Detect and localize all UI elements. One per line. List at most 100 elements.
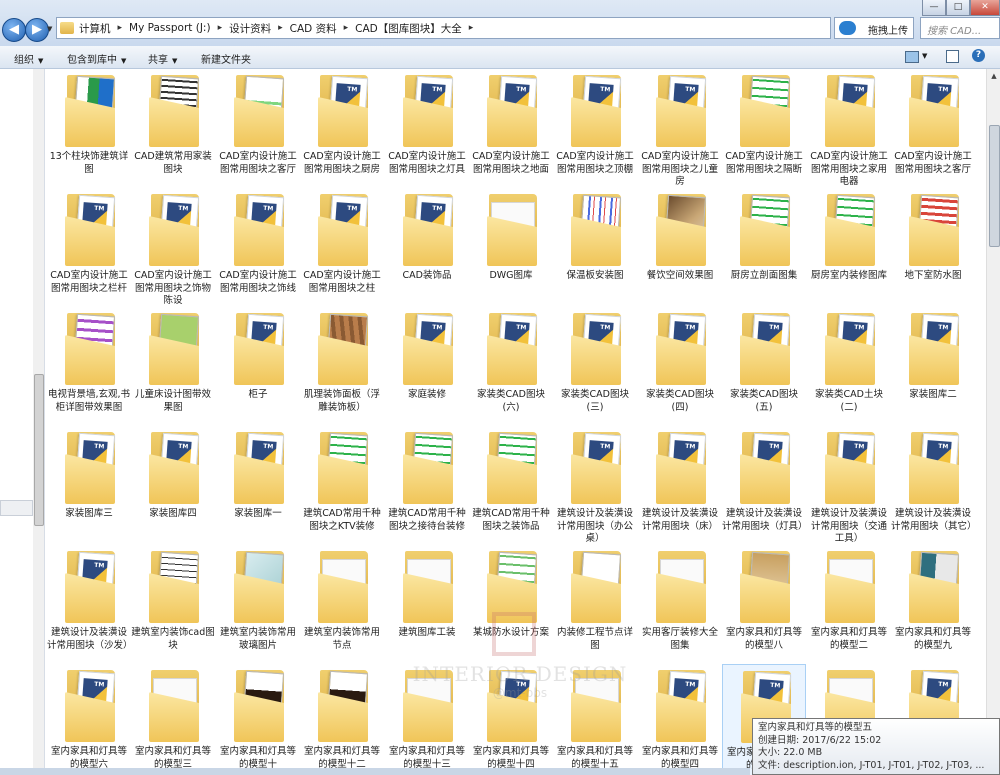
breadcrumb-design-resources[interactable]: 设计资料 bbox=[229, 21, 271, 36]
folder-item[interactable]: 室内家具和灯具等的模型十三 bbox=[385, 664, 469, 775]
drag-upload-button[interactable]: 拖拽上传 bbox=[834, 17, 914, 39]
folder-item[interactable]: TM CAD室内设计施工图常用图块之地面 bbox=[469, 69, 553, 187]
pane-splitter[interactable] bbox=[0, 500, 33, 516]
change-view-icon[interactable] bbox=[905, 51, 919, 63]
breadcrumb-current-folder[interactable]: CAD【图库图块】大全 bbox=[355, 21, 462, 36]
vertical-scrollbar[interactable]: ▲ bbox=[986, 69, 1000, 775]
folder-item[interactable]: 室内家具和灯具等的模型十二 bbox=[300, 664, 384, 775]
help-icon[interactable]: ? bbox=[972, 49, 985, 62]
folder-item[interactable]: TM 建筑设计及装潢设计常用图块（床） bbox=[638, 426, 722, 544]
folder-item[interactable]: 建筑室内装饰常用玻璃图片 bbox=[216, 545, 300, 663]
folder-item[interactable]: CAD建筑常用家装图块 bbox=[131, 69, 215, 187]
folder-item[interactable]: TM 建筑设计及装潢设计常用图块（灯具） bbox=[722, 426, 808, 544]
search-input[interactable]: 搜索 CAD... bbox=[920, 17, 1000, 39]
folder-item[interactable]: 保温板安装图 bbox=[553, 188, 637, 306]
folder-item[interactable]: TM CAD室内设计施工图常用图块之饰物陈设 bbox=[131, 188, 215, 306]
folder-icon bbox=[403, 551, 453, 623]
folder-item[interactable]: TM 家装图库四 bbox=[131, 426, 215, 544]
folder-item[interactable]: 建筑室内装饰cad图块 bbox=[131, 545, 215, 663]
folder-item[interactable]: TM CAD室内设计施工图常用图块之厨房 bbox=[300, 69, 384, 187]
folder-item[interactable]: TM 建筑设计及装潢设计常用图块（其它） bbox=[891, 426, 977, 544]
folder-icon: TM bbox=[487, 670, 538, 742]
close-button[interactable]: ✕ bbox=[970, 0, 1000, 16]
folder-item[interactable]: CAD室内设计施工图常用图块之隔断 bbox=[722, 69, 806, 187]
folder-item[interactable]: 室内家具和灯具等的模型十 bbox=[216, 664, 300, 775]
share-menu[interactable]: 共享 ▼ bbox=[148, 51, 177, 66]
organize-menu[interactable]: 组织 ▼ bbox=[14, 51, 43, 66]
scrollbar-thumb[interactable] bbox=[989, 125, 1000, 247]
folder-item[interactable]: TM CAD室内设计施工图常用图块之饰线 bbox=[216, 188, 300, 306]
folder-item[interactable]: TM 家庭装修 bbox=[385, 307, 469, 425]
folder-item[interactable]: 建筑CAD常用千种图块之接待台装修 bbox=[385, 426, 469, 544]
breadcrumb-computer[interactable]: 计算机 bbox=[79, 21, 111, 36]
address-bar[interactable]: 计算机 ▸ My Passport (J:) ▸ 设计资料 ▸ CAD 资料 ▸… bbox=[56, 17, 831, 39]
chevron-down-icon[interactable]: ▼ bbox=[922, 52, 927, 60]
folder-item[interactable]: TM CAD装饰品 bbox=[385, 188, 469, 306]
folder-item[interactable]: TM 家装类CAD土块(二) bbox=[807, 307, 891, 425]
chevron-right-icon[interactable]: ▸ bbox=[344, 23, 349, 33]
folder-item[interactable]: 儿童床设计图带效果图 bbox=[131, 307, 215, 425]
scroll-up-arrow-icon[interactable]: ▲ bbox=[987, 69, 1000, 83]
folder-item[interactable]: 肌理装饰面板（浮雕装饰板） bbox=[300, 307, 384, 425]
folder-item[interactable]: TM 家装类CAD图块(三) bbox=[553, 307, 637, 425]
folder-item[interactable]: TM 室内家具和灯具等的模型四 bbox=[638, 664, 722, 775]
folder-item[interactable]: 室内家具和灯具等的模型八 bbox=[722, 545, 806, 663]
folder-item[interactable]: TM 家装图库一 bbox=[216, 426, 300, 544]
folder-item[interactable]: 室内家具和灯具等的模型三 bbox=[131, 664, 215, 775]
folder-item[interactable]: 室内家具和灯具等的模型十五 bbox=[553, 664, 637, 775]
folder-item[interactable]: TM CAD室内设计施工图常用图块之客厅 bbox=[891, 69, 975, 187]
folder-item[interactable]: DWG图库 bbox=[469, 188, 553, 306]
folder-item[interactable]: 实用客厅装修大全图集 bbox=[638, 545, 722, 663]
folder-item[interactable]: 建筑室内装饰常用节点 bbox=[300, 545, 384, 663]
recent-pages-dropdown[interactable]: ▼ bbox=[47, 25, 55, 35]
scrollbar-thumb[interactable] bbox=[34, 374, 44, 526]
forward-button[interactable]: ▶ bbox=[25, 18, 49, 42]
chevron-right-icon[interactable]: ▸ bbox=[118, 23, 123, 33]
folder-item[interactable]: 13个柱块饰建筑详图 bbox=[47, 69, 131, 187]
folder-icon: TM bbox=[234, 194, 285, 266]
folder-item[interactable]: TM 柜子 bbox=[216, 307, 300, 425]
preview-pane-icon[interactable] bbox=[946, 50, 959, 63]
folder-item[interactable]: 建筑图库工装 bbox=[385, 545, 469, 663]
breadcrumb-drive[interactable]: My Passport (J:) bbox=[129, 22, 211, 34]
folder-item[interactable]: TM CAD室内设计施工图常用图块之栏杆 bbox=[47, 188, 131, 306]
folder-item[interactable]: TM CAD室内设计施工图常用图块之柱 bbox=[300, 188, 384, 306]
folder-item[interactable]: 厨房立剖面图集 bbox=[722, 188, 806, 306]
folder-item[interactable]: TM 家装类CAD图块(六) bbox=[469, 307, 553, 425]
folder-item[interactable]: 建筑CAD常用千种图块之装饰品 bbox=[469, 426, 553, 544]
folder-item[interactable]: TM CAD室内设计施工图常用图块之顶棚 bbox=[553, 69, 637, 187]
folder-item[interactable]: TM 室内家具和灯具等的模型十四 bbox=[469, 664, 553, 775]
folder-item[interactable]: 建筑CAD常用千种图块之KTV装修 bbox=[300, 426, 384, 544]
maximize-button[interactable]: □ bbox=[946, 0, 970, 16]
folder-item[interactable]: 某城防水设计方案 bbox=[469, 545, 553, 663]
folder-item[interactable]: 餐饮空间效果图 bbox=[638, 188, 722, 306]
chevron-right-icon[interactable]: ▸ bbox=[278, 23, 283, 33]
chevron-right-icon[interactable]: ▸ bbox=[469, 23, 474, 33]
folder-item[interactable]: TM CAD室内设计施工图常用图块之灯具 bbox=[385, 69, 469, 187]
back-button[interactable]: ◀ bbox=[2, 18, 26, 42]
folder-item[interactable]: TM 建筑设计及装潢设计常用图块（沙发） bbox=[47, 545, 133, 663]
folder-item[interactable]: 室内家具和灯具等的模型九 bbox=[891, 545, 975, 663]
folder-item[interactable]: TM 室内家具和灯具等的模型六 bbox=[47, 664, 131, 775]
breadcrumb-cad-resources[interactable]: CAD 资料 bbox=[290, 21, 337, 36]
folder-item[interactable]: 室内家具和灯具等的模型二 bbox=[807, 545, 891, 663]
folder-item[interactable]: TM 家装类CAD图块(四) bbox=[638, 307, 722, 425]
chevron-right-icon[interactable]: ▸ bbox=[218, 23, 223, 33]
folder-item[interactable]: CAD室内设计施工图常用图块之客厅 bbox=[216, 69, 300, 187]
folder-item[interactable]: TM 建筑设计及装潢设计常用图块（办公桌） bbox=[553, 426, 637, 544]
folder-item[interactable]: TM 家装图库二 bbox=[891, 307, 975, 425]
include-in-library-menu[interactable]: 包含到库中 ▼ bbox=[67, 51, 126, 66]
folder-item[interactable]: 厨房室内装修图库 bbox=[807, 188, 891, 306]
folder-item[interactable]: TM 建筑设计及装潢设计常用图块（交通工具） bbox=[807, 426, 891, 544]
folder-item[interactable]: TM 家装图库三 bbox=[47, 426, 131, 544]
folder-item[interactable]: 地下室防水图 bbox=[891, 188, 975, 306]
folder-item[interactable]: TM CAD室内设计施工图常用图块之儿童房 bbox=[638, 69, 722, 187]
folder-icon bbox=[234, 75, 285, 147]
new-folder-button[interactable]: 新建文件夹 bbox=[201, 51, 251, 66]
minimize-button[interactable]: — bbox=[922, 0, 946, 16]
navigation-scrollbar[interactable] bbox=[33, 69, 44, 775]
folder-item[interactable]: 电视背景墙,玄观,书柜详图带效果图 bbox=[47, 307, 131, 425]
folder-item[interactable]: 内装修工程节点详图 bbox=[553, 545, 637, 663]
folder-item[interactable]: TM 家装类CAD图块(五) bbox=[722, 307, 806, 425]
folder-item[interactable]: TM CAD室内设计施工图常用图块之家用电器 bbox=[807, 69, 891, 187]
